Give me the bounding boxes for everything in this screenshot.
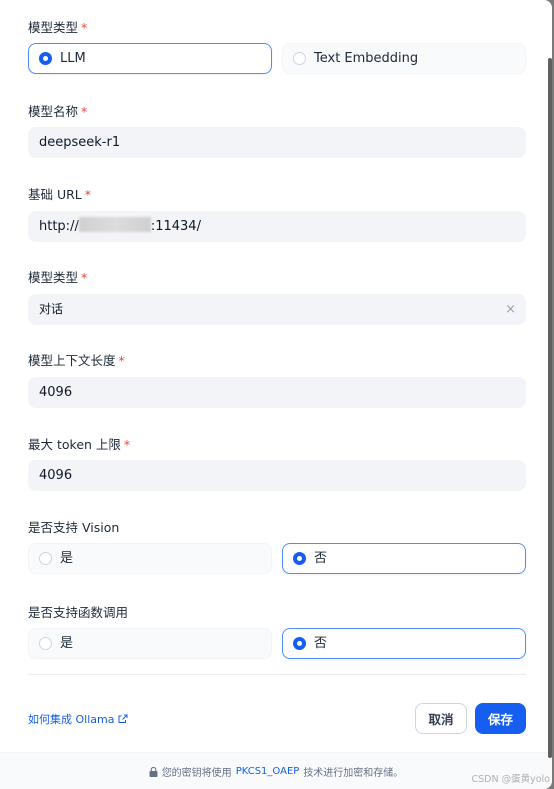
model-kind-select[interactable]: 对话 ×	[28, 294, 526, 325]
model-name-label: 模型名称 *	[28, 104, 88, 119]
add-model-modal: 模型类型 * LLM Text Embedding 模型名称 * deepseek-…	[0, 0, 552, 789]
save-button[interactable]: 保存	[475, 703, 526, 734]
radio-llm[interactable]: LLM	[28, 43, 272, 74]
radio-function-no[interactable]: 否	[282, 628, 526, 659]
clear-icon[interactable]: ×	[505, 294, 516, 325]
cancel-button[interactable]: 取消	[415, 703, 467, 734]
model-type-label: 模型类型 *	[28, 20, 88, 35]
divider	[28, 674, 526, 675]
max-tokens-input[interactable]: 4096	[28, 460, 526, 491]
radio-indicator	[293, 52, 306, 65]
context-length-input[interactable]: 4096	[28, 377, 526, 408]
lock-icon	[149, 766, 158, 777]
watermark: CSDN @蛋黄yolo	[471, 774, 551, 785]
radio-indicator	[39, 52, 52, 65]
encryption-notice: 您的密钥将使用 PKCS1_OAEP 技术进行加密和存储。	[0, 752, 552, 789]
radio-vision-no[interactable]: 否	[282, 543, 526, 574]
vision-label: 是否支持 Vision	[28, 520, 120, 535]
ollama-help-link[interactable]: 如何集成 Ollama	[28, 711, 128, 727]
radio-indicator	[293, 637, 306, 650]
external-link-icon	[118, 714, 128, 723]
redacted-host	[78, 217, 151, 232]
radio-indicator	[39, 552, 52, 565]
function-call-label: 是否支持函数调用	[28, 605, 129, 620]
radio-indicator	[39, 637, 52, 650]
model-kind-label: 模型类型 *	[28, 270, 88, 285]
base-url-input[interactable]: http://:11434/	[28, 211, 526, 242]
base-url-label: 基础 URL *	[28, 187, 92, 202]
scrollbar[interactable]	[548, 58, 552, 758]
radio-function-yes[interactable]: 是	[28, 628, 272, 659]
context-length-label: 模型上下文长度 *	[28, 353, 125, 368]
radio-text-embedding[interactable]: Text Embedding	[282, 43, 526, 74]
max-tokens-label: 最大 token 上限 *	[28, 437, 131, 452]
radio-vision-yes[interactable]: 是	[28, 543, 272, 574]
radio-indicator	[293, 552, 306, 565]
model-name-input[interactable]: deepseek-r1	[28, 127, 526, 158]
